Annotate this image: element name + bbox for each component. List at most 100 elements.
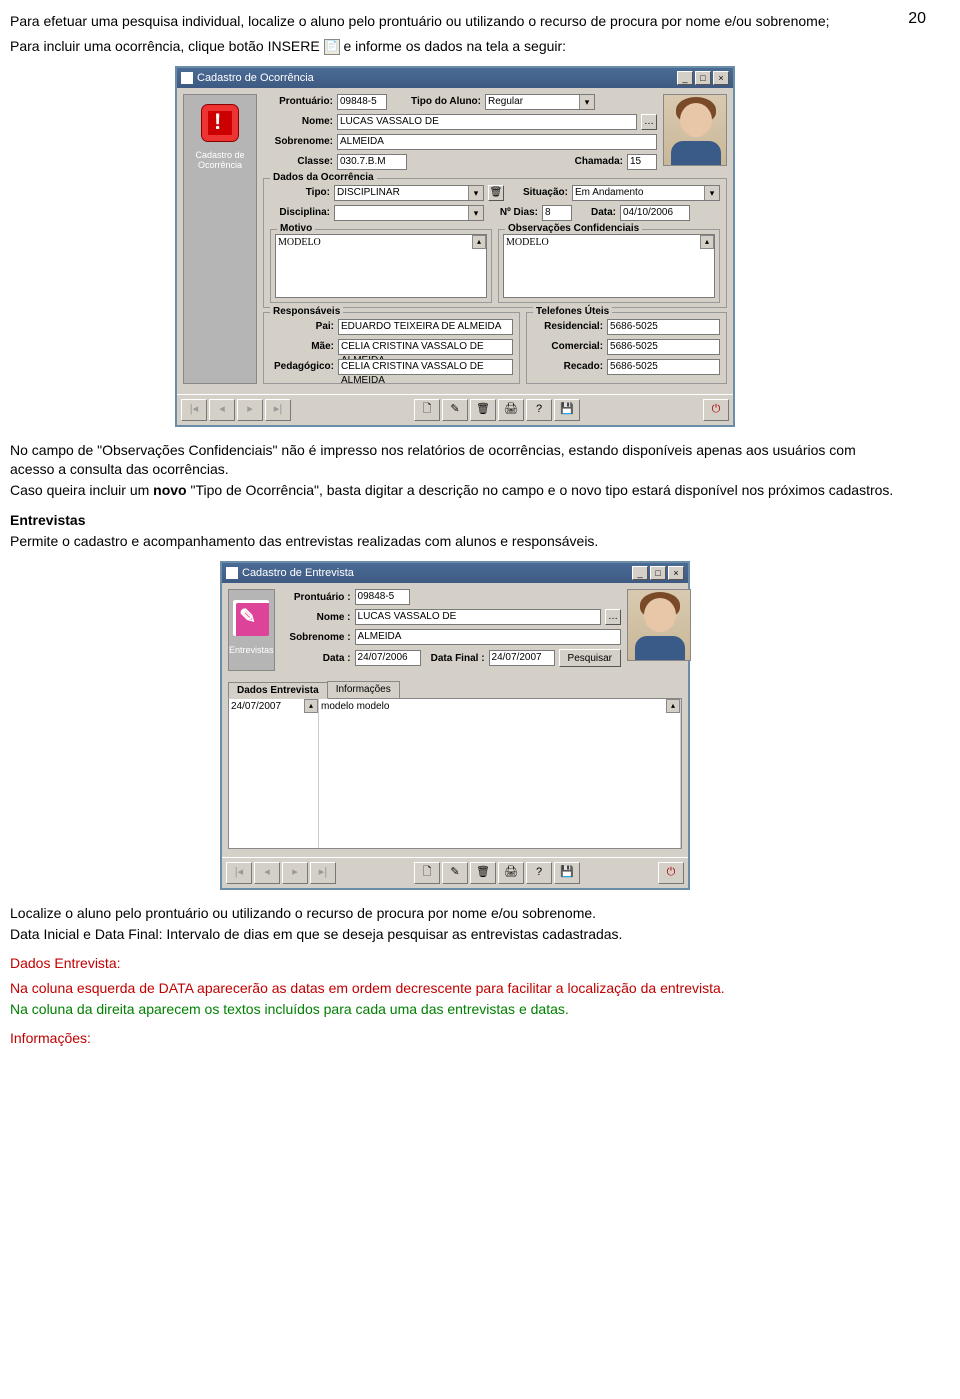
nome-input[interactable]: LUCAS VASSALO DE xyxy=(337,114,637,130)
new-button[interactable]: 🗋 xyxy=(414,399,440,421)
exit-button[interactable]: ⏻ xyxy=(658,862,684,884)
data-input[interactable]: 04/10/2006 xyxy=(620,205,690,221)
prev-record-button[interactable]: ◂ xyxy=(209,399,235,421)
help-button[interactable]: ? xyxy=(526,399,552,421)
resid-input[interactable]: 5686-5025 xyxy=(607,319,720,335)
scroll-up-icon[interactable]: ▴ xyxy=(472,235,486,249)
tipo-label: Tipo: xyxy=(270,187,330,198)
first-record-button[interactable]: |◂ xyxy=(181,399,207,421)
ndias-input[interactable]: 8 xyxy=(542,205,572,221)
nome-input[interactable]: LUCAS VASSALO DE xyxy=(355,609,601,625)
ndias-label: Nº Dias: xyxy=(488,207,538,218)
intro-para-2: Para incluir uma ocorrência, clique botã… xyxy=(10,37,900,56)
student-photo xyxy=(627,589,691,661)
window-title: Cadastro de Entrevista xyxy=(242,567,354,579)
nome-lookup-button[interactable]: … xyxy=(641,114,657,130)
last-record-button[interactable]: ▸| xyxy=(265,399,291,421)
sobrenome-input[interactable]: ALMEIDA xyxy=(355,629,621,645)
next-record-button[interactable]: ▸ xyxy=(237,399,263,421)
mae-input[interactable]: CELIA CRISTINA VASSALO DE ALMEIDA xyxy=(338,339,513,355)
data-label: Data: xyxy=(576,207,616,218)
scroll-up-icon[interactable]: ▴ xyxy=(700,235,714,249)
minimize-button[interactable]: _ xyxy=(677,71,693,85)
print-button[interactable]: 🖨 xyxy=(498,399,524,421)
disciplina-label: Disciplina: xyxy=(270,207,330,218)
side-panel: Entrevistas xyxy=(228,589,275,671)
data-input[interactable]: 24/07/2006 xyxy=(355,650,421,666)
data-final-input[interactable]: 24/07/2007 xyxy=(489,650,555,666)
nome-lookup-button[interactable]: … xyxy=(605,609,621,625)
print-button[interactable]: 🖨 xyxy=(498,862,524,884)
app-icon xyxy=(181,72,193,84)
p4b: novo xyxy=(153,482,186,498)
next-record-button[interactable]: ▸ xyxy=(282,862,308,884)
edit-button[interactable]: ✎ xyxy=(442,862,468,884)
maximize-button[interactable]: □ xyxy=(695,71,711,85)
prontuario-label: Prontuário: xyxy=(263,96,333,107)
nome-label: Nome: xyxy=(263,116,333,127)
situacao-select[interactable]: Em Andamento xyxy=(572,185,720,201)
pai-label: Pai: xyxy=(270,321,334,332)
chamada-label: Chamada: xyxy=(411,156,623,167)
para2-b: e informe os dados na tela a seguir: xyxy=(343,38,566,54)
obs-textarea[interactable]: MODELO ▴ xyxy=(503,234,715,298)
titlebar: Cadastro de Entrevista _ □ × xyxy=(222,563,688,583)
delete-button[interactable]: 🗑 xyxy=(470,399,496,421)
help-button[interactable]: ? xyxy=(526,862,552,884)
prev-record-button[interactable]: ◂ xyxy=(254,862,280,884)
para2-a: Para incluir uma ocorrência, clique botã… xyxy=(10,38,324,54)
close-window-button[interactable]: × xyxy=(668,566,684,580)
dados-legend: Dados da Ocorrência xyxy=(270,172,377,183)
p4c: "Tipo de Ocorrência", basta digitar a de… xyxy=(187,482,894,498)
text-column[interactable]: modelo modelo ▴ xyxy=(319,699,681,848)
pedag-input[interactable]: CELIA CRISTINA VASSALO DE ALMEIDA xyxy=(338,359,513,375)
maximize-button[interactable]: □ xyxy=(650,566,666,580)
obs-group: Observações Confidenciais MODELO ▴ xyxy=(498,229,720,303)
new-button[interactable]: 🗋 xyxy=(414,862,440,884)
motivo-textarea[interactable]: MODELO ▴ xyxy=(275,234,487,298)
prontuario-input[interactable]: 09848-5 xyxy=(355,589,410,605)
student-photo xyxy=(663,94,727,166)
date-range-note: Data Inicial e Data Final: Intervalo de … xyxy=(10,925,900,944)
tipo-aluno-select[interactable]: Regular xyxy=(485,94,595,110)
chamada-input[interactable]: 15 xyxy=(627,154,657,170)
tab-dados-entrevista[interactable]: Dados Entrevista xyxy=(228,682,328,699)
scroll-up-icon[interactable]: ▴ xyxy=(304,699,318,713)
close-window-button[interactable]: × xyxy=(713,71,729,85)
last-record-button[interactable]: ▸| xyxy=(310,862,336,884)
scroll-up-icon[interactable]: ▴ xyxy=(666,699,680,713)
classe-input[interactable]: 030.7.B.M xyxy=(337,154,407,170)
tipo-del-button[interactable]: 🗑 xyxy=(488,185,504,201)
nome-label: Nome : xyxy=(281,612,351,623)
window-title: Cadastro de Ocorrência xyxy=(197,72,314,84)
sobrenome-input[interactable]: ALMEIDA xyxy=(337,134,657,150)
first-record-button[interactable]: |◂ xyxy=(226,862,252,884)
save-button[interactable]: 💾 xyxy=(554,399,580,421)
delete-button[interactable]: 🗑 xyxy=(470,862,496,884)
prontuario-label: Prontuário : xyxy=(281,592,351,603)
data-label: Data : xyxy=(281,653,351,664)
pai-input[interactable]: EDUARDO TEIXEIRA DE ALMEIDA xyxy=(338,319,513,335)
exit-button[interactable]: ⏻ xyxy=(703,399,729,421)
tipo-select[interactable]: DISCIPLINAR xyxy=(334,185,484,201)
side-label: Entrevistas xyxy=(229,646,274,656)
page-number: 20 xyxy=(908,10,926,28)
comerc-input[interactable]: 5686-5025 xyxy=(607,339,720,355)
pesquisar-button[interactable]: Pesquisar xyxy=(559,649,621,667)
situacao-label: Situação: xyxy=(508,187,568,198)
tab-informacoes[interactable]: Informações xyxy=(327,681,400,698)
motivo-group: Motivo MODELO ▴ xyxy=(270,229,492,303)
locate-note: Localize o aluno pelo prontuário ou util… xyxy=(10,904,900,923)
obs-legend: Observações Confidenciais xyxy=(505,223,642,234)
app-icon xyxy=(226,567,238,579)
edit-button[interactable]: ✎ xyxy=(442,399,468,421)
sobrenome-label: Sobrenome : xyxy=(281,632,351,643)
telefones-group: Telefones Úteis Residencial:5686-5025 Co… xyxy=(526,312,727,384)
disciplina-select[interactable] xyxy=(334,205,484,221)
recado-input[interactable]: 5686-5025 xyxy=(607,359,720,375)
minimize-button[interactable]: _ xyxy=(632,566,648,580)
date-column[interactable]: 24/07/2007 ▴ xyxy=(229,699,319,848)
motivo-text: MODELO xyxy=(278,237,321,248)
save-button[interactable]: 💾 xyxy=(554,862,580,884)
prontuario-input[interactable]: 09848-5 xyxy=(337,94,387,110)
